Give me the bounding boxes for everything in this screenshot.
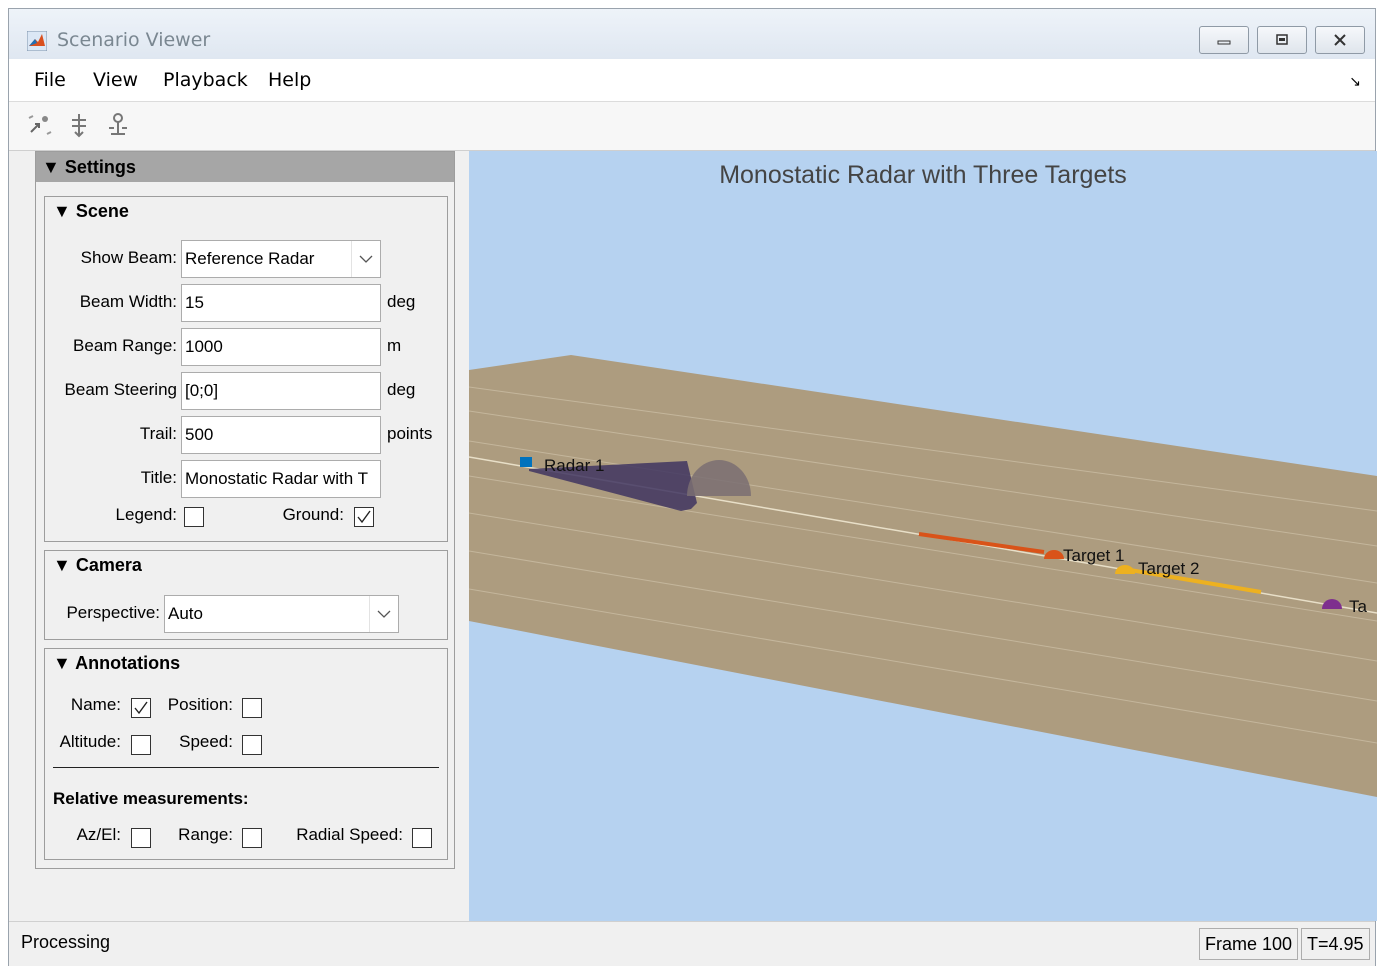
annotations-group-header[interactable]: ▼ Annotations: [53, 653, 180, 674]
scene-title: Scene: [75, 201, 129, 221]
position-label: Position:: [167, 695, 233, 714]
target2-label: Target 2: [1138, 559, 1200, 578]
trail-field[interactable]: 500: [181, 416, 381, 454]
scenario-viewer-window: Scenario Viewer File View Playback Help …: [8, 8, 1377, 966]
minimize-button[interactable]: [1199, 26, 1249, 54]
close-button[interactable]: [1315, 26, 1365, 54]
window-title: Scenario Viewer: [57, 29, 211, 51]
camera-group: ▼ Camera Perspective: Auto: [44, 550, 448, 640]
undock-arrow-icon[interactable]: ↘: [1349, 73, 1361, 90]
camera-title: Camera: [75, 555, 142, 575]
settings-panel: ▼ Settings ▼ Scene Show Beam: Reference …: [35, 151, 455, 869]
checkmark-icon: [134, 701, 148, 715]
altitude-checkbox[interactable]: [131, 735, 151, 755]
show-beam-dropdown[interactable]: Reference Radar: [181, 240, 381, 278]
reset-camera-icon[interactable]: [103, 110, 133, 140]
beam-width-field[interactable]: 15: [181, 284, 381, 322]
beam-steering-field[interactable]: [0;0]: [181, 372, 381, 410]
speed-checkbox[interactable]: [242, 735, 262, 755]
scene-canvas[interactable]: [469, 151, 1377, 921]
status-bar: Processing Frame 100 T=4.95: [9, 921, 1375, 966]
position-checkbox[interactable]: [242, 698, 262, 718]
camera-group-header[interactable]: ▼ Camera: [53, 555, 142, 576]
move-camera-icon[interactable]: [25, 110, 55, 140]
collapse-arrow-icon: ▼: [42, 157, 60, 177]
collapse-arrow-icon: ▼: [53, 201, 71, 221]
scene-title: Monostatic Radar with Three Targets: [719, 161, 1127, 189]
annotations-group: ▼ Annotations Name: Position: Altitude: …: [44, 648, 448, 860]
rotate-camera-icon[interactable]: [64, 110, 94, 140]
menu-bar: File View Playback Help ↘: [9, 59, 1375, 102]
time-indicator: T=4.95: [1301, 928, 1370, 960]
chevron-down-icon: [351, 241, 380, 277]
menu-file[interactable]: File: [34, 69, 66, 91]
title-field[interactable]: Monostatic Radar with T: [181, 460, 381, 498]
show-beam-value: Reference Radar: [185, 249, 315, 268]
toolbar: [9, 102, 1375, 151]
perspective-label: Perspective:: [66, 603, 160, 622]
maximize-button[interactable]: [1257, 26, 1307, 54]
trail-unit: points: [387, 424, 433, 443]
beam-range-label: Beam Range:: [73, 336, 177, 355]
scene-group-header[interactable]: ▼ Scene: [53, 201, 129, 222]
ground-label: Ground:: [282, 505, 344, 524]
beam-range-unit: m: [387, 336, 402, 355]
settings-header[interactable]: ▼ Settings: [36, 152, 454, 182]
target1-label: Target 1: [1063, 546, 1125, 565]
radar-marker[interactable]: [520, 457, 532, 467]
menu-view[interactable]: View: [93, 69, 138, 91]
menu-playback[interactable]: Playback: [163, 69, 248, 91]
collapse-arrow-icon: ▼: [53, 555, 71, 575]
title-label: Title:: [140, 468, 177, 487]
radial-speed-label: Radial Speed:: [296, 825, 403, 844]
beam-steering-label: Beam Steering: [64, 380, 177, 399]
azel-label: Az/El:: [76, 825, 121, 844]
relative-measurements-title: Relative measurements:: [53, 789, 249, 808]
ground-plane: [469, 355, 1377, 797]
collapse-arrow-icon: ▼: [53, 653, 71, 673]
beam-range-field[interactable]: 1000: [181, 328, 381, 366]
beam-width-label: Beam Width:: [79, 292, 177, 311]
target3-label: Ta: [1349, 597, 1367, 616]
restore-icon: [1276, 34, 1288, 45]
menu-help[interactable]: Help: [268, 69, 311, 91]
azel-checkbox[interactable]: [131, 828, 151, 848]
close-icon: [1334, 34, 1346, 46]
checkmark-icon: [357, 510, 371, 524]
legend-checkbox[interactable]: [184, 507, 204, 527]
chevron-down-icon: [369, 596, 398, 632]
perspective-dropdown[interactable]: Auto: [164, 595, 399, 633]
settings-title: Settings: [64, 157, 136, 177]
minimize-icon: [1217, 40, 1231, 45]
frame-indicator: Frame 100: [1199, 928, 1299, 960]
title-bar: Scenario Viewer: [9, 9, 1375, 59]
range-checkbox[interactable]: [242, 828, 262, 848]
perspective-value: Auto: [168, 604, 203, 623]
ground-checkbox[interactable]: [354, 507, 374, 527]
show-beam-label: Show Beam:: [80, 248, 177, 267]
separator: [53, 767, 439, 768]
range-label: Range:: [178, 825, 233, 844]
scene-group: ▼ Scene Show Beam: Reference Radar Beam …: [44, 196, 448, 542]
legend-label: Legend:: [115, 505, 177, 524]
radar-label: Radar 1: [544, 456, 605, 475]
matlab-logo-icon: [27, 31, 47, 51]
status-text: Processing: [21, 932, 111, 952]
scenario-view[interactable]: Monostatic Radar with Three Targets Rada…: [469, 151, 1377, 921]
name-label: Name:: [70, 695, 121, 714]
speed-label: Speed:: [179, 732, 233, 751]
beam-width-unit: deg: [387, 292, 416, 311]
name-checkbox[interactable]: [131, 698, 151, 718]
radial-speed-checkbox[interactable]: [412, 828, 432, 848]
trail-label: Trail:: [139, 424, 177, 443]
altitude-label: Altitude:: [59, 732, 121, 751]
annotations-title: Annotations: [75, 653, 181, 673]
beam-steering-unit: deg: [387, 380, 416, 399]
